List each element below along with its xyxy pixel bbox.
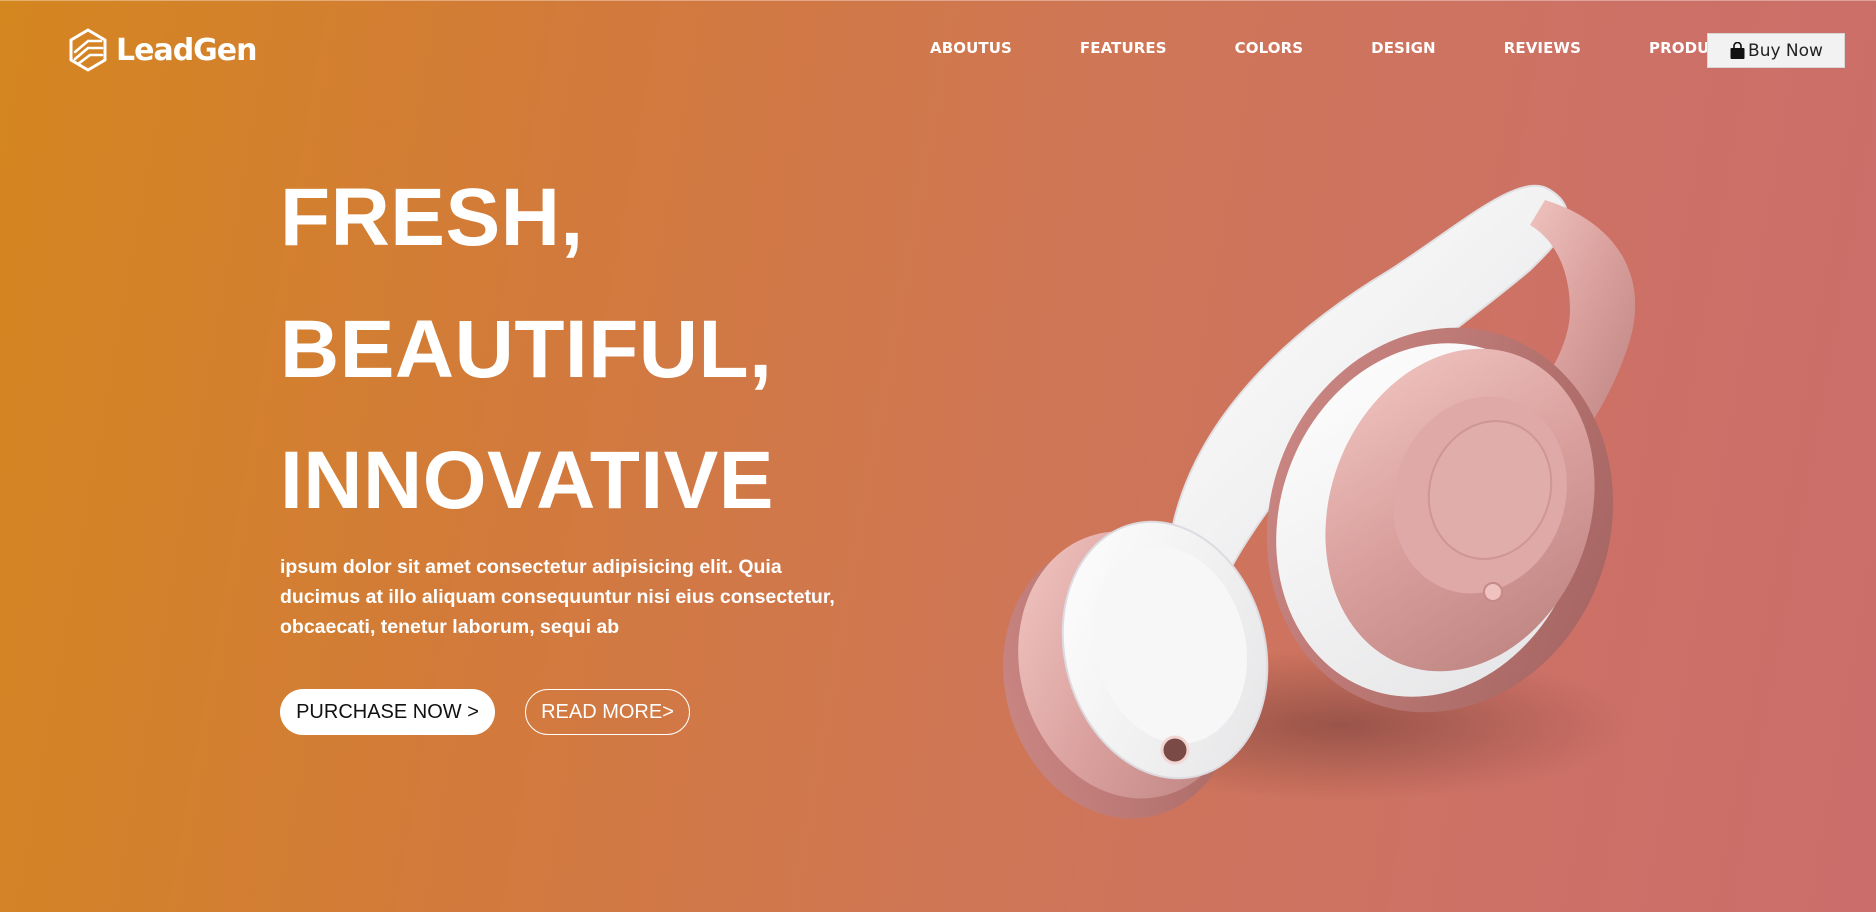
hexagon-logo-icon	[69, 28, 107, 72]
purchase-now-button[interactable]: PURCHASE NOW >	[280, 689, 495, 735]
buy-now-label: Buy Now	[1748, 40, 1823, 61]
shopping-bag-icon	[1730, 41, 1745, 59]
hero-headline-line-1: FRESH,	[280, 172, 584, 263]
nav-link-features[interactable]: FEATURES	[1080, 39, 1167, 57]
read-more-button[interactable]: READ MORE>	[525, 689, 690, 735]
hero-headline-line-2: BEAUTIFUL,	[280, 304, 773, 395]
buy-now-button[interactable]: Buy Now	[1707, 33, 1845, 68]
hero-description: ipsum dolor sit amet consectetur adipisi…	[280, 556, 835, 638]
nav-link-colors[interactable]: COLORS	[1235, 39, 1304, 57]
nav-link-design[interactable]: DESIGN	[1371, 39, 1436, 57]
main-nav: ABOUTUS FEATURES COLORS DESIGN REVIEWS P…	[930, 39, 1731, 57]
brand-logo[interactable]: LeadGen	[66, 28, 258, 72]
brand-name: LeadGen	[116, 32, 258, 68]
hero-headline-line-3: INNOVATIVE	[280, 435, 774, 526]
top-border	[0, 0, 1876, 1]
nav-link-reviews[interactable]: REVIEWS	[1504, 39, 1581, 57]
nav-link-aboutus[interactable]: ABOUTUS	[930, 39, 1012, 57]
headphones-product-image	[1003, 184, 1636, 819]
